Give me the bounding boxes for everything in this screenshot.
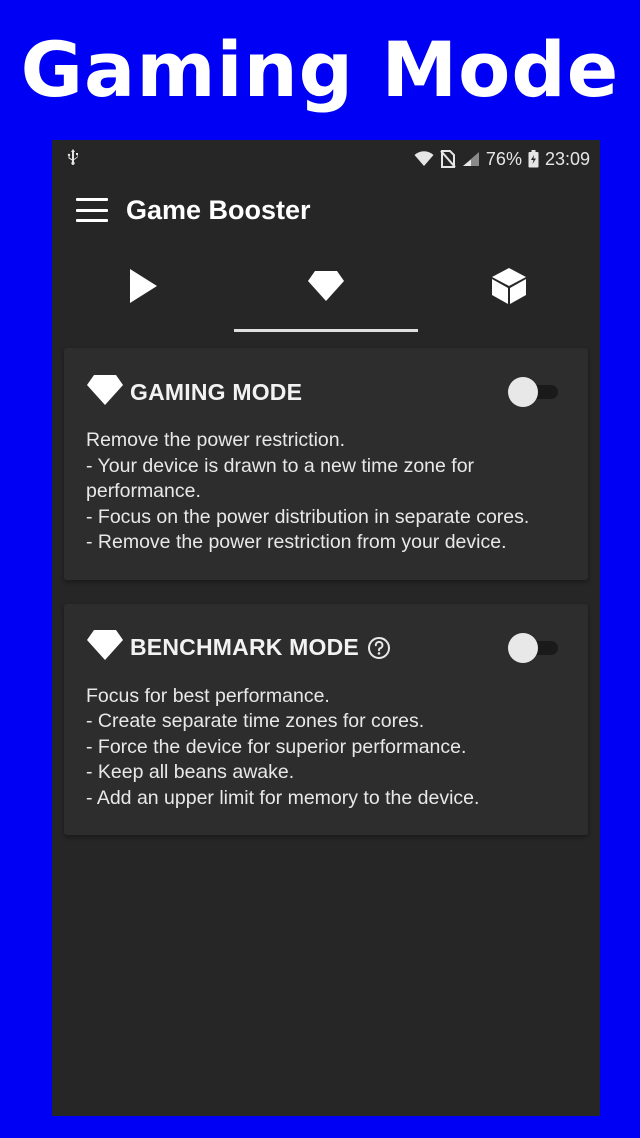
description-line: Remove the power restriction.: [86, 429, 346, 451]
card-title: BENCHMARK MODE: [130, 634, 359, 660]
no-sim-icon: [440, 150, 456, 168]
card-header: GAMING MODE: [86, 374, 566, 410]
gaming-mode-card: GAMING MODE Remove the power restriction…: [64, 348, 588, 580]
diamond-icon: [86, 629, 124, 666]
usb-icon: [66, 148, 80, 171]
banner: Gaming Mode: [0, 0, 640, 140]
card-title: GAMING MODE: [130, 378, 303, 405]
status-bar: 76% 23:09: [52, 140, 600, 178]
battery-level: 76%: [485, 148, 522, 169]
clock: 23:09: [544, 148, 590, 169]
diamond-icon: [86, 374, 124, 411]
tab-cube[interactable]: [417, 242, 600, 334]
content-area: GAMING MODE Remove the power restriction…: [52, 334, 600, 835]
gaming-mode-toggle[interactable]: [508, 377, 560, 407]
menu-icon[interactable]: [76, 198, 108, 222]
benchmark-mode-card: BENCHMARK MODE Focus for best performanc…: [64, 603, 588, 835]
description-line: - Focus on the power distribution in sep…: [86, 505, 530, 528]
description-line: - Create separate time zones for cores.: [86, 710, 425, 732]
description-line: Focus for best performance.: [86, 684, 330, 707]
app-title: Game Booster: [126, 194, 311, 225]
status-icons: 76% 23:09: [414, 149, 590, 170]
card-header: BENCHMARK MODE: [86, 630, 566, 666]
description-line: - Remove the power restriction from your…: [86, 531, 507, 553]
description-line: - Keep all beans awake.: [86, 761, 295, 783]
tab-gaming-modes[interactable]: [235, 242, 418, 334]
cube-icon: [491, 267, 527, 310]
play-icon: [128, 268, 158, 309]
banner-title: Gaming Mode: [20, 25, 620, 114]
signal-icon: [462, 151, 480, 167]
diamond-icon: [307, 270, 345, 307]
description-line: - Add an upper limit for memory to the d…: [86, 786, 480, 809]
tab-indicator: [234, 329, 418, 332]
description-line: - Force the device for superior performa…: [86, 735, 467, 758]
card-description: Remove the power restriction. - Your dev…: [86, 428, 566, 556]
battery-icon: [528, 150, 539, 168]
benchmark-mode-toggle[interactable]: [508, 632, 560, 663]
card-description: Focus for best performance. - Create sep…: [86, 684, 566, 812]
help-icon[interactable]: [367, 636, 391, 660]
description-line: - Your device is drawn to a new time zon…: [86, 454, 475, 503]
tab-play[interactable]: [52, 242, 235, 334]
wifi-icon: [414, 151, 434, 167]
tab-bar: [52, 242, 600, 334]
phone-screen: 76% 23:09 Game Booster GAMING MODE Remov…: [52, 140, 600, 1116]
app-bar: Game Booster: [52, 178, 600, 242]
